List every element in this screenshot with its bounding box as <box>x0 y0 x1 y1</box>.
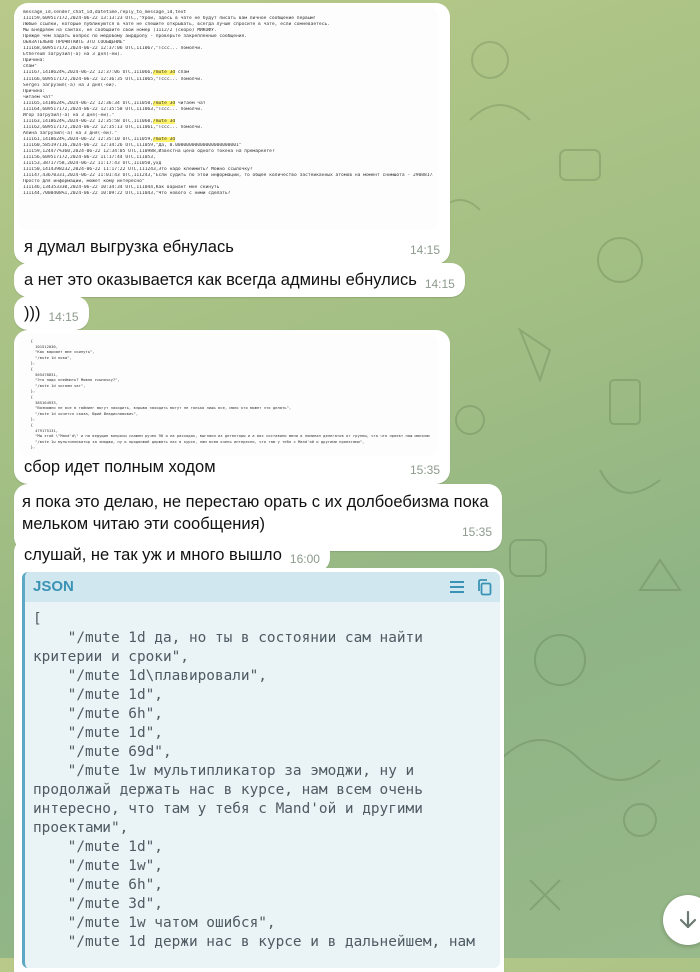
message-bubble[interactable]: ))) 14:15 <box>14 296 89 330</box>
message-time: 15:35 <box>461 525 492 539</box>
message-time: 14:15 <box>48 310 79 324</box>
json-code-block[interactable]: JSON [ "/mute 1d да, но ты в состоянии с… <box>22 572 500 968</box>
message-bubble[interactable]: а нет это оказывается как всегда админы … <box>14 263 465 297</box>
code-language-label: JSON <box>33 578 74 595</box>
document-line: }, <box>26 444 36 450</box>
message-text: слушай, не так уж и много вышло <box>24 546 282 564</box>
document-line: "Мы этой \"Mand'd\" и на ведущие вопросы… <box>26 433 430 439</box>
message-time: 15:35 <box>409 463 440 477</box>
message-bubble[interactable]: слушай, не так уж и много вышло 16:00 <box>14 538 330 572</box>
message-time: 14:15 <box>424 277 455 291</box>
message-time: 16:00 <box>289 552 320 566</box>
message-time: 14:15 <box>409 243 440 257</box>
scroll-to-bottom-button[interactable] <box>663 895 700 945</box>
message-text: я пока это делаю, не перестаю орать с их… <box>22 493 489 533</box>
message-text: сбор идет полным ходом <box>24 458 216 476</box>
message-list[interactable]: message_id,sender_chat_id,datetime,reply… <box>0 0 700 972</box>
copy-icon[interactable] <box>477 578 492 596</box>
code-block-header: JSON <box>25 572 500 602</box>
message-text: а нет это оказывается как всегда админы … <box>24 271 417 289</box>
document-line: 111144,7000408%1,2024-06-22 10:09:22 UTC… <box>23 191 231 197</box>
code-content: [ "/mute 1d да, но ты в состоянии сам на… <box>33 611 475 950</box>
message-text: я думал выгрузка ебнулась <box>24 238 234 256</box>
menu-lines-icon[interactable] <box>449 580 465 594</box>
json-snippet-screenshot[interactable]: { 101512030, "Как вариант мне скинуть", … <box>18 334 438 456</box>
message-code-block[interactable]: JSON [ "/mute 1d да, но ты в состоянии с… <box>14 568 504 972</box>
arrow-down-icon <box>677 909 699 931</box>
csv-export-screenshot[interactable]: message_id,sender_chat_id,datetime,reply… <box>18 7 438 230</box>
message-text: ))) <box>24 304 41 322</box>
message-image-csv-export[interactable]: message_id,sender_chat_id,datetime,reply… <box>14 3 450 264</box>
message-image-json-snippet[interactable]: { 101512030, "Как вариант мне скинуть", … <box>14 330 450 484</box>
